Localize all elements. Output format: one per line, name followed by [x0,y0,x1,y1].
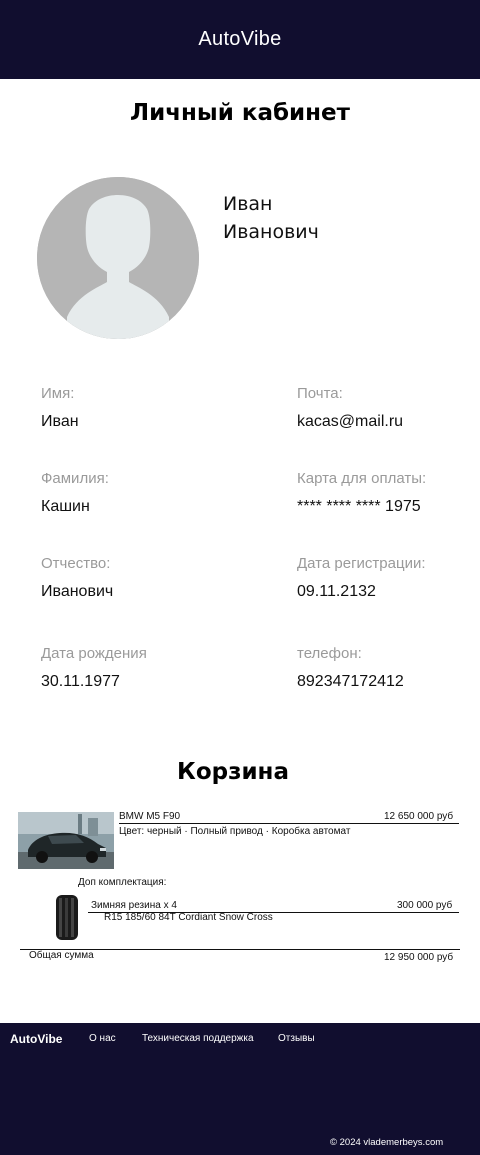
footer-brand[interactable]: AutoVibe [10,1032,62,1046]
field-phone-value[interactable]: 892347172412 [297,673,404,691]
field-name: Имя: Иван [41,385,79,431]
cart-item-specs: Цвет: черный · Полный привод · Коробка а… [119,826,351,837]
field-email: Почта: kacas@mail.ru [297,385,403,431]
field-phone-label: телефон: [297,645,362,662]
cart-item-divider [119,823,459,824]
car-image[interactable] [18,812,114,869]
user-silhouette-icon [37,177,199,339]
cart-title: Корзина [177,759,289,785]
field-patronymic-label: Отчество: [41,555,111,572]
footer-copyright: © 2024 vlademerbeys.com [330,1137,444,1148]
profile-name: Иван Иванович [223,190,319,246]
field-patronymic-value[interactable]: Иванович [41,583,113,601]
field-name-label: Имя: [41,385,75,402]
field-card-value[interactable]: **** **** **** 1975 [297,498,426,516]
field-reg-date-label: Дата регистрации: [297,555,426,572]
extra-desc: R15 185/60 84T Cordiant Snow Cross [104,912,273,923]
field-surname-label: Фамилия: [41,470,109,487]
total-value: 12 950 000 руб [384,952,454,963]
cart-item-name[interactable]: BMW M5 F90 [119,811,180,822]
car-photo-icon [18,812,114,869]
field-surname-value[interactable]: Кашин [41,498,109,516]
extra-price: 300 000 руб [397,900,453,911]
footer-link-support[interactable]: Техническая поддержка [142,1033,254,1044]
field-surname: Фамилия: Кашин [41,470,109,516]
field-phone: телефон: 892347172412 [297,645,404,691]
field-email-value[interactable]: kacas@mail.ru [297,413,403,431]
field-card-label: Карта для оплаты: [297,470,427,487]
tire-image[interactable] [53,894,81,941]
field-patronymic: Отчество: Иванович [41,555,113,601]
extras-label: Доп комплектация: [78,877,167,888]
footer-link-reviews[interactable]: Отзывы [278,1033,315,1044]
header: AutoVibe [0,0,480,79]
field-name-value[interactable]: Иван [41,413,79,431]
total-label: Общая сумма [29,950,94,961]
profile-first-name: Иван [223,193,273,215]
field-email-label: Почта: [297,385,343,402]
field-card: Карта для оплаты: **** **** **** 1975 [297,470,426,516]
tire-icon [56,895,78,940]
extra-name[interactable]: Зимняя резина х 4 [91,900,177,911]
field-reg-date: Дата регистрации: 09.11.2132 [297,555,426,601]
profile-middle-name: Иванович [223,221,319,243]
field-birth-date: Дата рождения 30.11.1977 [41,645,147,691]
footer: AutoVibe О нас Техническая поддержка Отз… [0,1023,480,1155]
field-reg-date-value: 09.11.2132 [297,583,376,600]
header-brand[interactable]: AutoVibe [198,28,281,51]
cart-item-price: 12 650 000 руб [384,811,454,822]
avatar[interactable] [37,177,199,339]
footer-link-about[interactable]: О нас [89,1033,116,1044]
field-birth-date-value[interactable]: 30.11.1977 [41,673,147,691]
page-title: Личный кабинет [130,100,350,126]
field-birth-date-label: Дата рождения [41,645,147,662]
